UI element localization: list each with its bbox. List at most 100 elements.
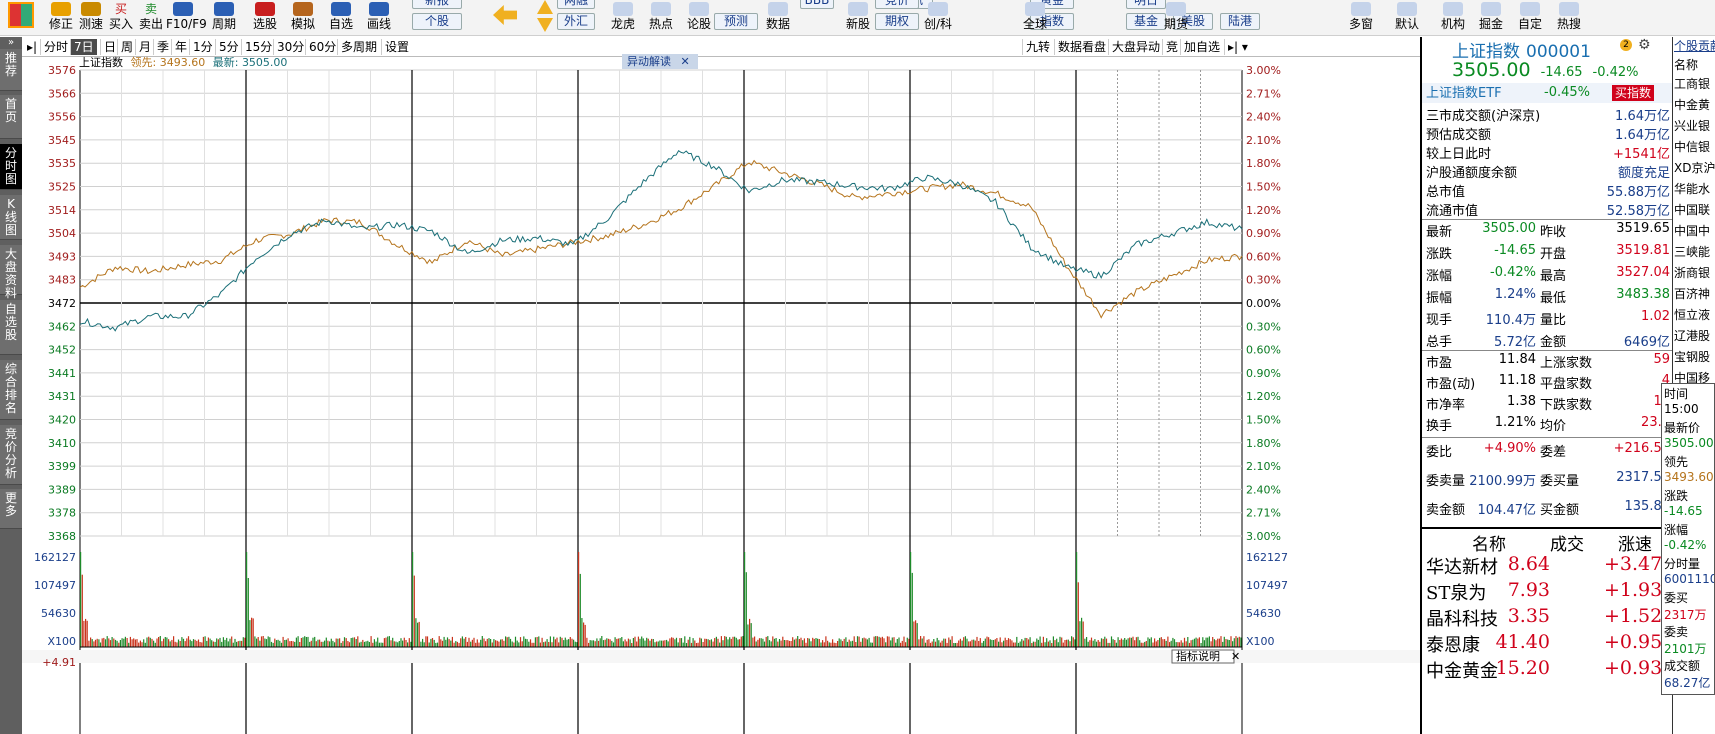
tab-period[interactable]: 1分 bbox=[189, 39, 216, 55]
toolbar-star-button[interactable]: 自选 bbox=[324, 0, 358, 35]
tab-period[interactable]: 设置 bbox=[381, 39, 412, 55]
toolbar-bidding-button[interactable]: 竞价 bbox=[875, 0, 919, 9]
toolbar-gold-mine-button[interactable]: 掘金 bbox=[1472, 0, 1510, 35]
arrow-up-icon[interactable] bbox=[537, 0, 553, 14]
toolbar-sell-button[interactable]: 卖卖出 bbox=[134, 0, 168, 35]
toolbar-stock-picker-button[interactable]: 选股 bbox=[248, 0, 282, 35]
contribution-item[interactable]: 浙商银 bbox=[1674, 264, 1710, 283]
toolbar-hot-search-button[interactable]: 热搜 bbox=[1550, 0, 1588, 35]
contribution-item[interactable]: 华能水 bbox=[1674, 180, 1710, 199]
left-nav-item[interactable]: 自 选 股 bbox=[0, 300, 22, 355]
toolbar-multi-button[interactable]: 多窗 bbox=[1342, 0, 1380, 35]
toolbar-buy-button[interactable]: 买买入 bbox=[104, 0, 138, 35]
volume-bar bbox=[221, 641, 223, 647]
back-arrow-icon[interactable] bbox=[493, 5, 517, 25]
buy-index-button[interactable]: 买指数 bbox=[1612, 85, 1655, 101]
price-chart[interactable]: 3576 3.00% 3566 2.71% 3556 2.40% 3545 2.10% 3535… bbox=[22, 57, 1420, 734]
expand-icon[interactable]: » bbox=[0, 37, 22, 49]
toolbar-outer-disk-button[interactable]: 外汇 bbox=[557, 13, 595, 30]
tab-tool[interactable]: 数据看盘 bbox=[1054, 39, 1109, 55]
contribution-item[interactable]: 中国联 bbox=[1674, 201, 1710, 220]
volume-bar bbox=[760, 638, 762, 647]
toolbar-custom-button[interactable]: 自定 bbox=[1511, 0, 1549, 35]
close-icon[interactable]: ✕ bbox=[1231, 650, 1240, 663]
toolbar-period-button[interactable]: 期权 bbox=[875, 13, 919, 30]
toolbar-repair-button[interactable]: 修正 bbox=[44, 0, 78, 35]
list-item[interactable]: 泰恩康 41.40 +0.95 bbox=[1422, 631, 1672, 656]
contribution-item[interactable]: 百济神 bbox=[1674, 285, 1710, 304]
toolbar-margin-button[interactable]: 两融 bbox=[557, 0, 595, 9]
left-nav-item[interactable]: 竞 价 分 析 bbox=[0, 425, 22, 485]
toolbar-new-report-button[interactable]: 新报 bbox=[412, 0, 462, 9]
quote-value: 3483.38 bbox=[1616, 287, 1670, 302]
arrow-down-icon[interactable] bbox=[537, 18, 553, 32]
tab-period[interactable]: 7日 bbox=[70, 39, 97, 55]
tab-period[interactable]: 多周期 bbox=[337, 39, 380, 55]
toolbar-new-stock-button[interactable]: 新股 bbox=[839, 0, 877, 35]
tab-period[interactable]: 分时 bbox=[40, 39, 71, 55]
toolbar-hammer-button[interactable]: 模拟 bbox=[286, 0, 320, 35]
tab-period[interactable]: 月 bbox=[135, 39, 154, 55]
toolbar-report-button[interactable]: 论股 bbox=[680, 0, 718, 35]
left-nav-item[interactable]: 分 时 图 bbox=[0, 144, 22, 190]
left-nav-item[interactable]: 推 荐 bbox=[0, 49, 22, 91]
list-item[interactable]: ST泉为 7.93 +1.93 bbox=[1422, 579, 1672, 604]
left-nav-item[interactable]: 首 页 bbox=[0, 95, 22, 139]
toolbar-org-button[interactable]: 机构 bbox=[1434, 0, 1472, 35]
tab-period[interactable]: 年 bbox=[171, 39, 190, 55]
contribution-item[interactable]: XD京沪 bbox=[1674, 159, 1715, 178]
tab-period[interactable]: 季 bbox=[153, 39, 172, 55]
contribution-item[interactable]: 中信银 bbox=[1674, 138, 1710, 157]
gear-icon[interactable]: ⚙ bbox=[1638, 37, 1651, 53]
tab-scroll-left-icon[interactable]: ▸| bbox=[24, 39, 40, 55]
list-header-cell[interactable]: 成交 bbox=[1550, 530, 1584, 555]
scroll-right-icon[interactable]: ▸| ▾ bbox=[1224, 39, 1251, 55]
contribution-item[interactable]: 工商银 bbox=[1674, 75, 1710, 94]
tab-period[interactable]: 30分 bbox=[273, 39, 307, 55]
toolbar-forecast-button[interactable]: 预测 bbox=[714, 13, 758, 30]
left-nav-item[interactable]: 更 多 bbox=[0, 489, 22, 529]
contribution-item[interactable]: 兴业银 bbox=[1674, 117, 1710, 136]
tab-tool[interactable]: 大盘异动 bbox=[1108, 39, 1163, 55]
left-nav-item[interactable]: 综 合 排 名 bbox=[0, 360, 22, 420]
list-header-cell[interactable]: 名称 bbox=[1472, 530, 1506, 555]
tab-period[interactable]: 15分 bbox=[241, 39, 275, 55]
list-header-cell[interactable]: 涨速 bbox=[1618, 530, 1652, 555]
tab-tool[interactable]: 加自选 bbox=[1180, 39, 1223, 55]
volume-bar bbox=[450, 640, 452, 647]
contribution-item[interactable]: 中国中 bbox=[1674, 222, 1710, 241]
tab-period[interactable]: 周 bbox=[117, 39, 136, 55]
toolbar-futures-button[interactable]: 期货 bbox=[1157, 0, 1195, 35]
volume-bar bbox=[574, 641, 576, 647]
list-item[interactable]: 华达新材 8.64 +3.47 bbox=[1422, 553, 1672, 578]
list-item[interactable]: 晶科科技 3.35 +1.52 bbox=[1422, 605, 1672, 630]
contribution-item[interactable]: 辽港股 bbox=[1674, 327, 1710, 346]
toolbar-single-stock-button[interactable]: 个股 bbox=[412, 13, 462, 30]
contribution-item[interactable]: 三峡能 bbox=[1674, 243, 1710, 262]
toolbar-default-button[interactable]: 默认 bbox=[1388, 0, 1426, 35]
toolbar-global-button[interactable]: 全球 bbox=[1016, 0, 1054, 35]
toolbar-period-button[interactable]: 周期 bbox=[207, 0, 241, 35]
left-nav-item[interactable]: 大 盘 资 料 bbox=[0, 245, 22, 300]
etf-row[interactable]: 上证指数ETF -0.45% 买指数 bbox=[1422, 83, 1672, 103]
contribution-item[interactable]: 中金黄 bbox=[1674, 96, 1710, 115]
toolbar-abc-button[interactable]: BBB bbox=[800, 0, 834, 9]
toolbar-f10-button[interactable]: F10/F9 bbox=[166, 0, 207, 35]
contribution-header[interactable]: 个股贡献 bbox=[1674, 37, 1715, 56]
contribution-item[interactable]: 恒立液 bbox=[1674, 306, 1710, 325]
left-nav-item[interactable]: K 线 图 bbox=[0, 195, 22, 240]
tab-period[interactable]: 5分 bbox=[215, 39, 242, 55]
list-item[interactable]: 中金黄金 15.20 +0.93% bbox=[1422, 657, 1680, 682]
toolbar-data-button[interactable]: 数据 bbox=[759, 0, 797, 35]
contribution-item[interactable]: 宝钢股 bbox=[1674, 348, 1710, 367]
tab-tool[interactable]: 竞 bbox=[1162, 39, 1181, 55]
toolbar-dragon-button[interactable]: 龙虎 bbox=[604, 0, 642, 35]
toolbar-hot-button[interactable]: 热点 bbox=[642, 0, 680, 35]
tab-period[interactable]: 60分 bbox=[305, 39, 339, 55]
toolbar-pencil-button[interactable]: 画线 bbox=[362, 0, 396, 35]
toolbar-hk-connect-button[interactable]: 陆港 bbox=[1220, 13, 1260, 30]
toolbar-speedometer-button[interactable]: 测速 bbox=[74, 0, 108, 35]
toolbar-star-button[interactable]: 创/科 bbox=[919, 0, 957, 35]
y-pct-label: 0.00% bbox=[1246, 297, 1281, 310]
tab-tool[interactable]: 九转 bbox=[1022, 39, 1053, 55]
